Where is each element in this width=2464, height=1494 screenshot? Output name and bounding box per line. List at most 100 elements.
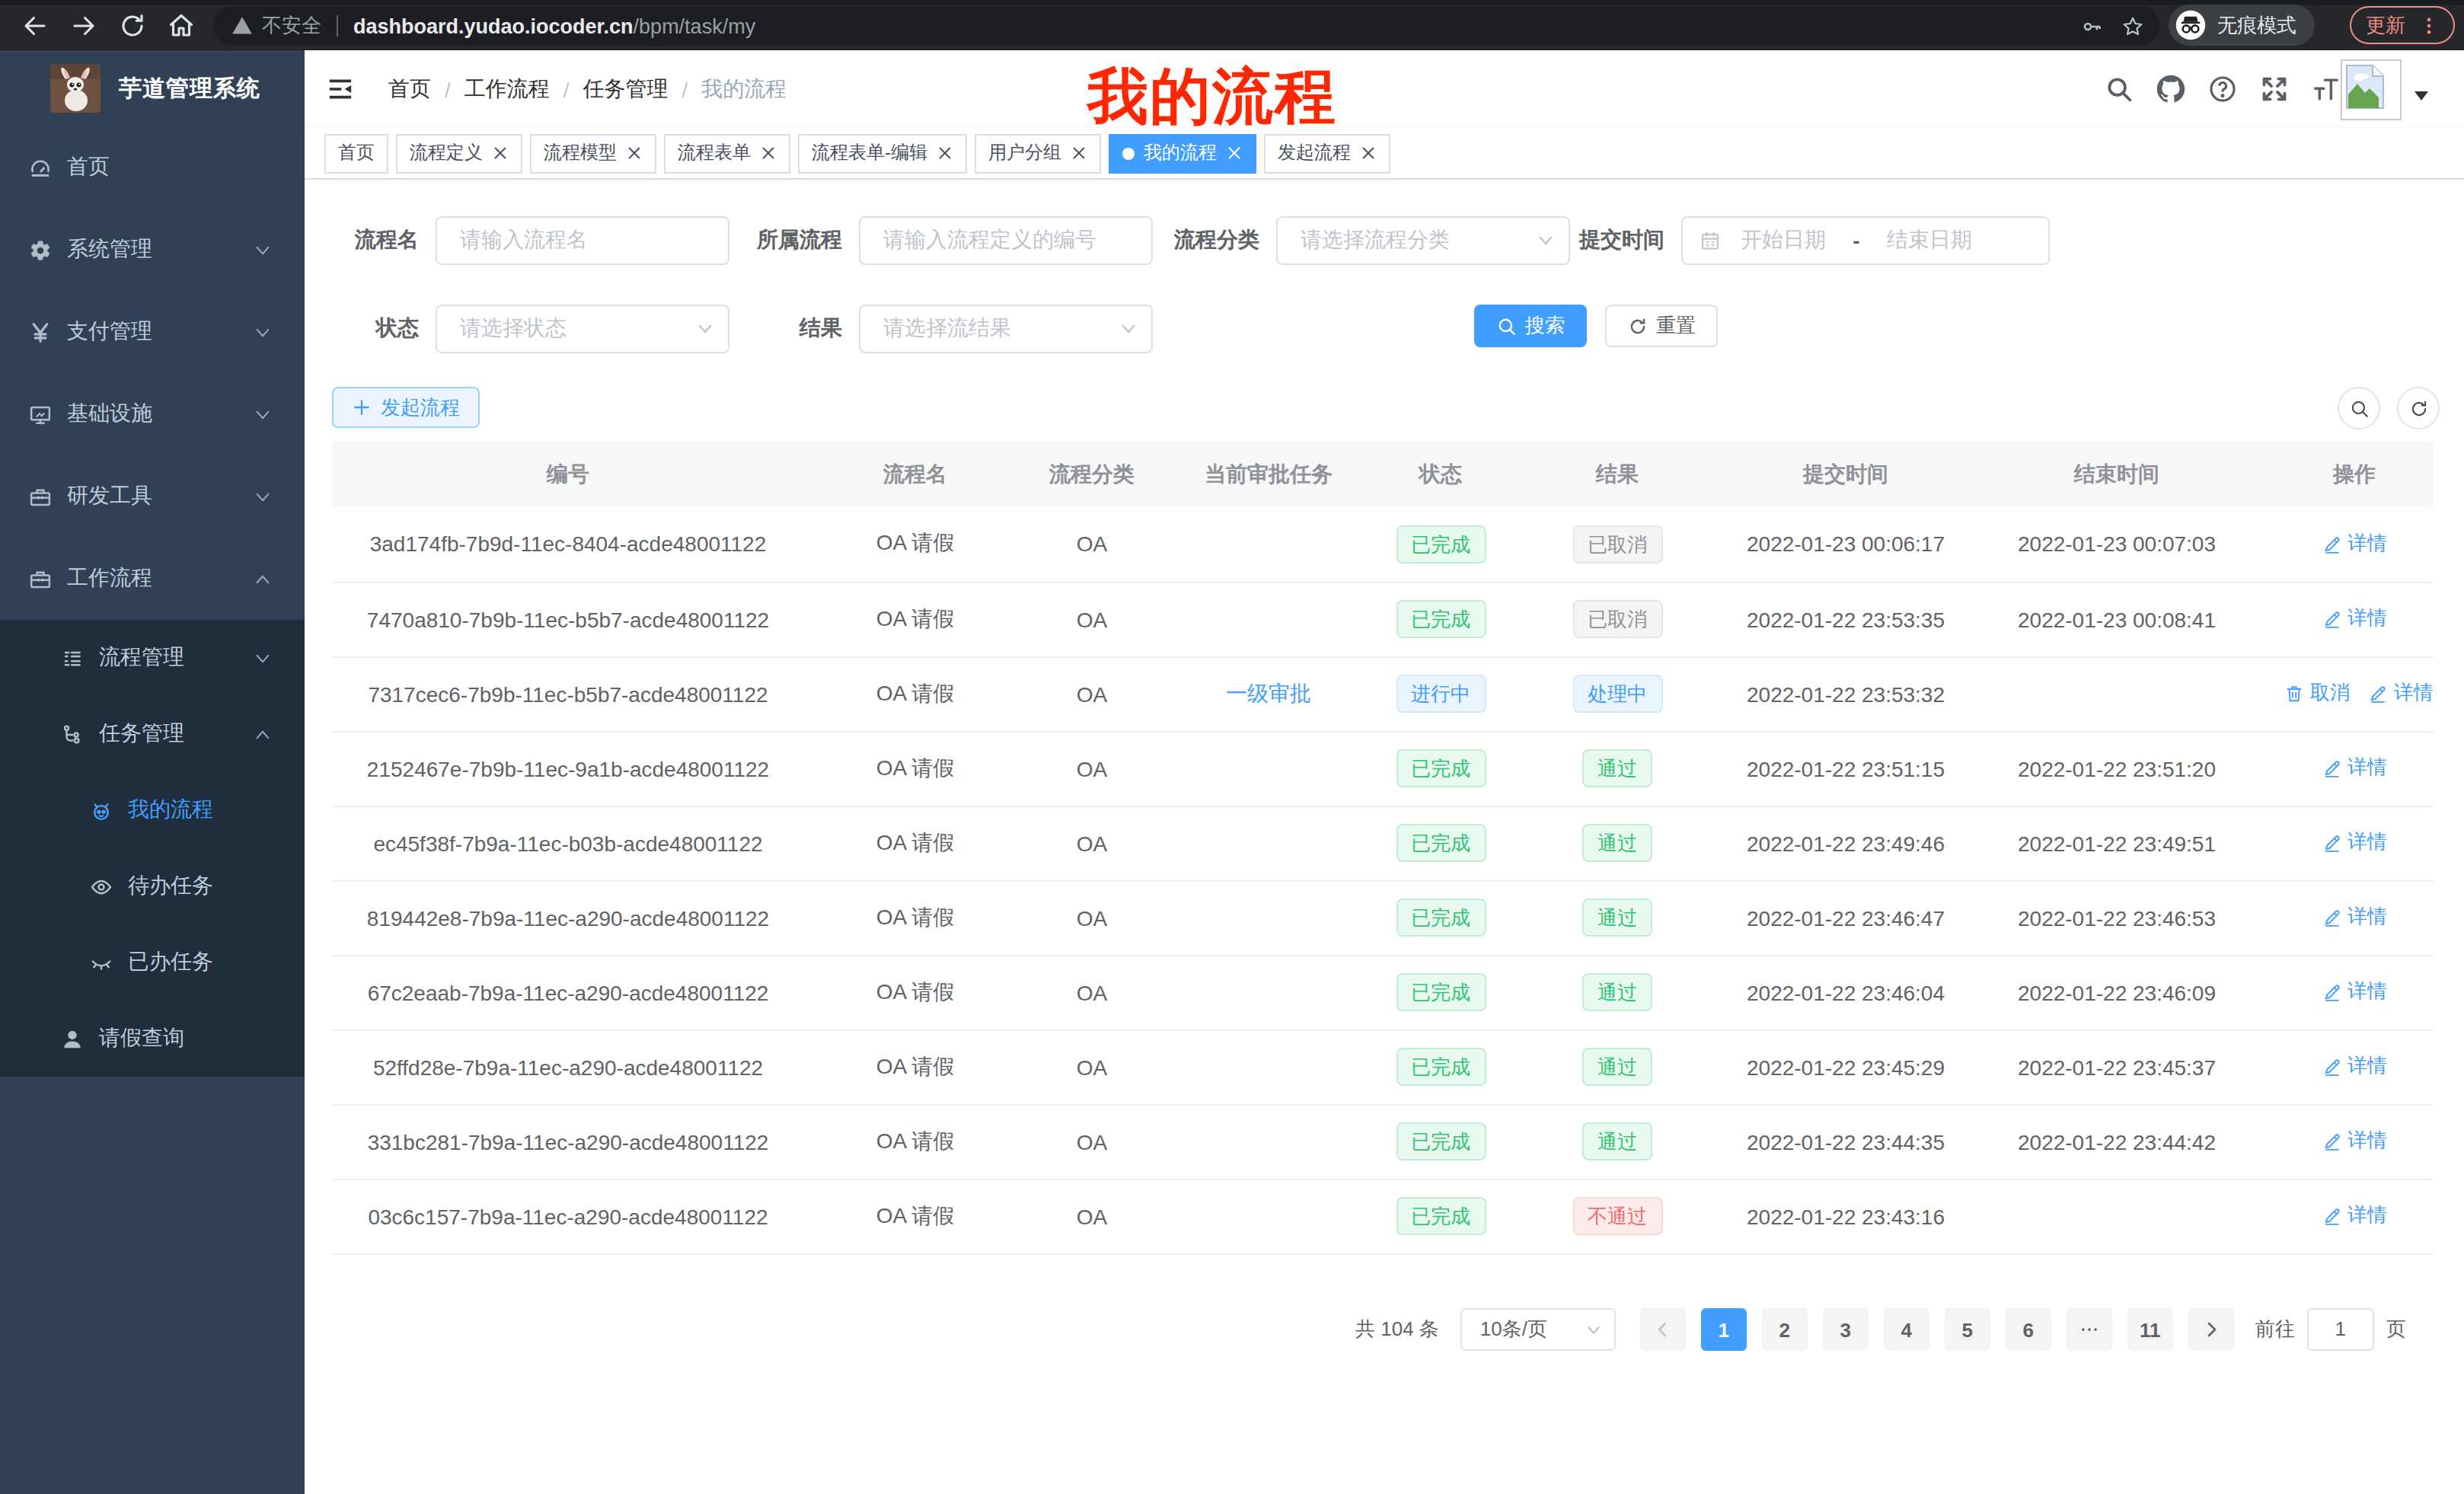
result-select[interactable]: 请选择流结果 [859,305,1153,353]
create-process-button[interactable]: 发起流程 [332,387,480,428]
sidebar-item-payment[interactable]: 支付管理 [0,291,305,373]
page-button-5[interactable]: 5 [1945,1308,1990,1351]
cell-end-time: 2022-01-22 23:49:51 [1958,806,2275,880]
tab-流程定义[interactable]: 流程定义 [396,133,522,173]
fullscreen-icon[interactable] [2260,75,2289,104]
close-icon[interactable] [492,145,509,161]
tab-发起流程[interactable]: 发起流程 [1264,133,1390,173]
breadcrumb-item[interactable]: 工作流程 [464,75,550,103]
browser-forward-icon[interactable] [70,12,97,40]
search-button[interactable]: 搜索 [1474,305,1587,347]
tab-流程表单-编辑[interactable]: 流程表单-编辑 [798,133,967,173]
op-详情[interactable]: 详情 [2322,1202,2387,1230]
start-date-placeholder[interactable]: 开始日期 [1721,227,1846,254]
close-icon[interactable] [760,145,777,161]
breadcrumb-item[interactable]: 首页 [388,75,431,103]
caret-down-icon[interactable] [2412,90,2430,104]
sidebar-item-system[interactable]: 系统管理 [0,209,305,291]
browser-menu-icon[interactable] [2418,14,2439,36]
avatar[interactable] [2341,59,2402,120]
end-date-placeholder[interactable]: 结束日期 [1867,227,1992,254]
status-badge: 已完成 [1396,899,1486,937]
sidebar-item-leave-query[interactable]: 请假查询 [0,1001,305,1077]
browser-update-button[interactable]: 更新 [2350,6,2455,44]
breadcrumb-item[interactable]: 任务管理 [583,75,669,103]
browser-reload-icon[interactable] [119,12,146,40]
gear-icon [29,238,52,261]
tab-首页[interactable]: 首页 [324,133,388,173]
key-icon[interactable] [2080,14,2103,37]
sidebar-item-label: 研发工具 [67,483,152,510]
op-取消[interactable]: 取消 [2284,680,2350,707]
chevron-up-icon [254,570,271,587]
prev-page-button[interactable] [1640,1308,1686,1351]
page-button-2[interactable]: 2 [1762,1308,1808,1351]
close-icon[interactable] [626,145,643,161]
close-icon[interactable] [1360,145,1377,161]
submit-time-range[interactable]: 开始日期 - 结束日期 [1681,216,2050,265]
sidebar-collapse-icon[interactable] [327,76,353,102]
browser-home-icon[interactable] [168,12,195,40]
url-host: dashboard.yudao.iocoder.cn [353,14,634,37]
sidebar-item-infra[interactable]: 基础设施 [0,373,305,455]
sidebar-item-my-process[interactable]: 我的流程 [0,772,305,848]
process-def-input[interactable]: 请输入流程定义的编号 [859,216,1153,265]
tab-流程模型[interactable]: 流程模型 [530,133,656,173]
cell-task [1157,880,1380,955]
close-icon[interactable] [937,145,953,161]
close-icon[interactable] [1071,145,1087,161]
op-详情[interactable]: 详情 [2322,605,2387,633]
security-label[interactable]: 不安全 [262,12,321,40]
reset-button[interactable]: 重置 [1605,305,1718,347]
font-size-icon[interactable] [2312,75,2341,104]
browser-back-icon[interactable] [21,12,49,40]
op-详情[interactable]: 详情 [2322,1128,2387,1155]
placeholder: 请输入流程定义的编号 [860,227,1096,254]
next-page-button[interactable] [2188,1308,2234,1351]
op-详情[interactable]: 详情 [2322,530,2387,557]
sidebar-logo[interactable]: 芋道管理系统 [0,50,305,126]
breadcrumb: 首页/工作流程/任务管理/我的流程 [388,50,787,128]
sidebar-item-todo-task[interactable]: 待办任务 [0,848,305,924]
status-select[interactable]: 请选择状态 [436,305,729,353]
page-button-6[interactable]: 6 [2006,1308,2051,1351]
task-link[interactable]: 一级审批 [1226,680,1311,704]
page-size-select[interactable]: 10条/页 [1460,1308,1616,1351]
page-button-1[interactable]: 1 [1701,1308,1747,1351]
refresh-table-button[interactable] [2397,387,2440,429]
op-详情[interactable]: 详情 [2322,904,2387,931]
page-button-4[interactable]: 4 [1884,1308,1929,1351]
sidebar-item-workflow[interactable]: 工作流程 [0,538,305,620]
address-bar[interactable]: 不安全 dashboard.yudao.iocoder.cn /bpm/task… [213,6,2159,46]
category-select[interactable]: 请选择流程分类 [1276,216,1570,265]
bookmark-star-icon[interactable] [2121,14,2144,37]
sidebar-item-done-task[interactable]: 已办任务 [0,924,305,1001]
process-name-input[interactable]: 请输入流程名 [436,216,729,265]
op-详情[interactable]: 详情 [2368,680,2434,707]
page-button-3[interactable]: 3 [1823,1308,1869,1351]
page-ellipsis[interactable] [2067,1308,2112,1351]
help-icon[interactable] [2208,75,2237,104]
tab-流程表单[interactable]: 流程表单 [664,133,790,173]
close-icon[interactable] [1226,145,1243,161]
github-icon[interactable] [2156,75,2185,104]
cell-process-name: OA 请假 [804,731,1026,806]
tab-我的流程[interactable]: 我的流程 [1109,133,1256,173]
goto-page-input[interactable]: 1 [2307,1308,2374,1351]
cell-status: 已完成 [1380,880,1502,955]
sidebar-item-process-mgmt[interactable]: 流程管理 [0,620,305,696]
tab-用户分组[interactable]: 用户分组 [975,133,1101,173]
sidebar-item-task-mgmt[interactable]: 任务管理 [0,696,305,772]
op-详情[interactable]: 详情 [2322,755,2387,782]
status-badge: 已完成 [1396,1197,1486,1235]
op-详情[interactable]: 详情 [2322,829,2387,857]
chevron-down-icon [254,488,271,505]
edit-icon [2322,908,2341,927]
search-icon[interactable] [2105,75,2134,104]
op-详情[interactable]: 详情 [2322,1053,2387,1081]
sidebar-item-home[interactable]: 首页 [0,126,305,209]
toggle-search-button[interactable] [2338,387,2380,429]
page-button-11[interactable]: 11 [2127,1308,2173,1351]
op-详情[interactable]: 详情 [2322,978,2387,1006]
sidebar-item-devtools[interactable]: 研发工具 [0,455,305,538]
